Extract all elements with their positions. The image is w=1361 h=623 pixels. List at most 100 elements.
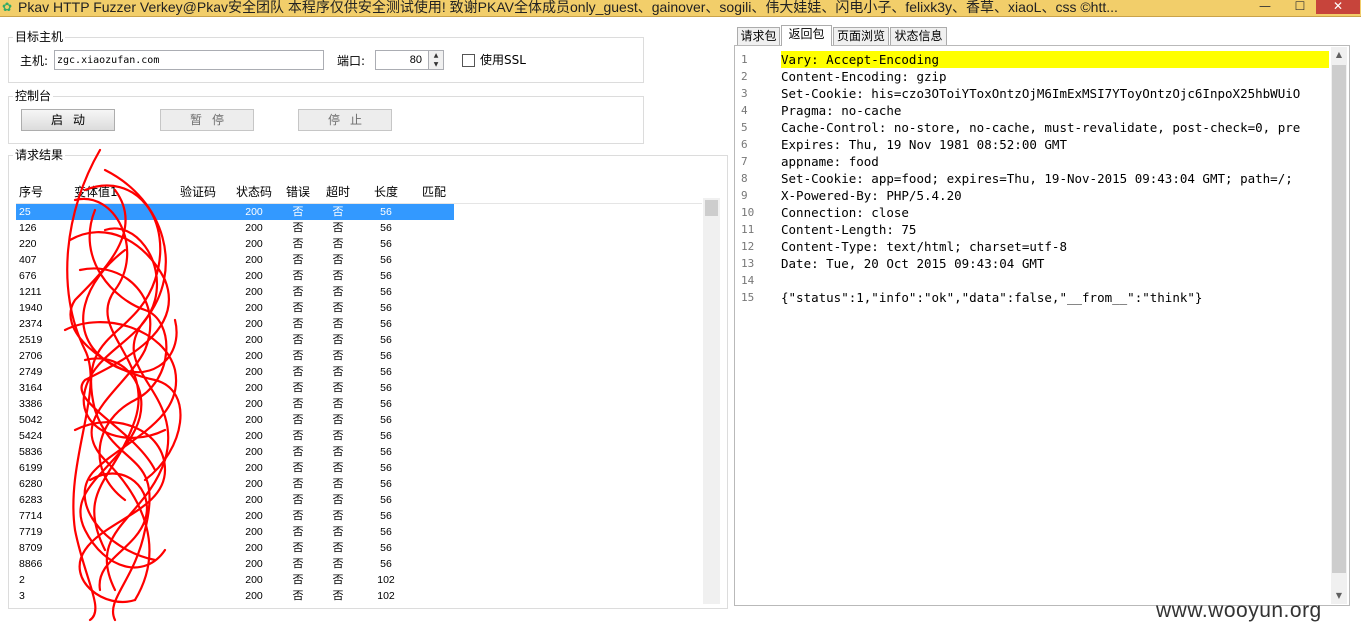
cell-timeout: 否 [332,590,344,602]
table-row[interactable]: 2519 200 否 否 56 [16,332,704,348]
table-row[interactable]: 3386 200 否 否 56 [16,396,704,412]
port-input[interactable] [376,51,426,69]
cell-error: 否 [292,382,304,394]
line-text: Connection: close [781,205,909,220]
scroll-up-icon[interactable]: ▲ [1331,47,1347,63]
table-row[interactable]: 6283 200 否 否 56 [16,492,704,508]
scroll-down-icon[interactable]: ▼ [1331,588,1347,604]
cell-status: 200 [245,478,263,490]
response-line: 14 [735,272,1329,289]
cell-index: 7714 [19,510,43,522]
table-row[interactable]: 5424 200 否 否 56 [16,428,704,444]
cell-index: 220 [19,238,37,250]
table-row[interactable]: 2 200 否 否 102 [16,572,704,588]
table-row[interactable]: 126 200 否 否 56 [16,220,704,236]
column-header-timeout[interactable]: 超时 [326,184,350,200]
table-row[interactable]: 7719 200 否 否 56 [16,524,704,540]
table-row[interactable]: 676 200 否 否 56 [16,268,704,284]
cell-error: 否 [292,254,304,266]
line-text: Content-Type: text/html; charset=utf-8 [781,239,1067,254]
start-button[interactable]: 启动 [21,109,115,131]
cell-length: 56 [380,526,392,538]
results-table[interactable]: 序号 变体值1 验证码 状态码 错误 超时 长度 匹配 25 200 否否 56 126… [16,181,720,603]
line-number: 13 [741,257,755,270]
table-row[interactable]: 6280 200 否 否 56 [16,476,704,492]
table-row[interactable]: 3 200 否 否 102 [16,588,704,603]
line-number: 14 [741,274,755,287]
port-stepper[interactable]: ▲ ▼ [375,50,444,70]
table-row[interactable]: 3164 200 否 否 56 [16,380,704,396]
host-input[interactable] [54,50,324,70]
cell-length: 56 [380,398,392,410]
response-line: 15 {"status":1,"info":"ok","data":false,"… [735,289,1329,306]
stop-button[interactable]: 停止 [298,109,392,131]
table-row[interactable]: 2749 200 否 否 56 [16,364,704,380]
cell-timeout: 否 [332,366,344,378]
cell-timeout: 否 [332,430,344,442]
cell-error: 否 [292,446,304,458]
column-header-error[interactable]: 错误 [286,184,310,200]
column-header-status[interactable]: 状态码 [236,184,272,200]
control-group-title: 控制台 [13,88,54,104]
tab-page-view[interactable]: 页面浏览 [833,27,889,45]
cell-length: 56 [380,318,392,330]
table-row[interactable]: 8709 200 否 否 56 [16,540,704,556]
cell-index: 6280 [19,478,43,490]
cell-status: 200 [245,222,263,234]
column-header-length[interactable]: 长度 [374,184,398,200]
cell-index: 5836 [19,446,43,458]
cell-status: 200 [245,270,263,282]
cell-length: 56 [380,510,392,522]
table-row[interactable]: 6199 200 否 否 56 [16,460,704,476]
column-header-captcha[interactable]: 验证码 [180,184,216,200]
table-row[interactable]: 5042 200 否 否 56 [16,412,704,428]
cell-timeout: 否 [332,462,344,474]
cell-status: 200 [245,462,263,474]
tab-response[interactable]: 返回包 [781,25,832,46]
response-scroll-thumb[interactable] [1332,65,1346,573]
table-row[interactable]: 1211 200 否 否 56 [16,284,704,300]
line-number: 5 [741,121,748,134]
table-header: 序号 变体值1 验证码 状态码 错误 超时 长度 匹配 [16,181,702,204]
response-line: 4 Pragma: no-cache [735,102,1329,119]
table-row[interactable]: 25 200 否 否 56 [16,204,704,220]
minimize-button[interactable]: — [1252,0,1278,14]
results-scrollbar[interactable] [703,198,720,604]
cell-status: 200 [245,318,263,330]
results-scroll-thumb[interactable] [705,200,718,216]
response-line: 6 Expires: Thu, 19 Nov 1981 08:52:00 GMT [735,136,1329,153]
cell-status: 200 [245,206,263,218]
table-row[interactable]: 5836 200 否 否 56 [16,444,704,460]
close-button[interactable]: ✕ [1316,0,1360,14]
cell-timeout: 否 [332,478,344,490]
column-header-index[interactable]: 序号 [19,184,43,200]
maximize-button[interactable]: ☐ [1287,0,1313,14]
table-row[interactable]: 407 200 否 否 56 [16,252,704,268]
tab-status-info[interactable]: 状态信息 [890,27,947,45]
line-number: 6 [741,138,748,151]
cell-index: 126 [19,222,37,234]
pause-button[interactable]: 暂停 [160,109,254,131]
table-row[interactable]: 2706 200 否 否 56 [16,348,704,364]
line-number: 12 [741,240,755,253]
cell-error: 否 [292,238,304,250]
tab-request[interactable]: 请求包 [737,27,780,45]
column-header-variant[interactable]: 变体值1 [74,184,118,200]
line-number: 7 [741,155,748,168]
table-row[interactable]: 7714 200 否 否 56 [16,508,704,524]
cell-status: 200 [245,446,263,458]
cell-index: 5042 [19,414,43,426]
table-row[interactable]: 2374 200 否 否 56 [16,316,704,332]
table-row[interactable]: 1940 200 否 否 56 [16,300,704,316]
column-header-match[interactable]: 匹配 [422,184,446,200]
table-row[interactable]: 220 200 否 否 56 [16,236,704,252]
cell-index: 6199 [19,462,43,474]
spin-down-icon[interactable]: ▼ [428,60,443,69]
ssl-checkbox[interactable] [462,54,475,67]
cell-error: 否 [292,558,304,570]
response-viewer[interactable]: 1 Vary: Accept-Encoding 2 Content-Encoding:… [734,45,1350,606]
title-bar[interactable]: ✿ Pkav HTTP Fuzzer Verkey@Pkav安全团队 本程序仅供… [0,0,1361,17]
table-row[interactable]: 8866 200 否 否 56 [16,556,704,572]
response-scrollbar[interactable]: ▲ ▼ [1331,47,1347,604]
line-text: Content-Encoding: gzip [781,69,947,84]
